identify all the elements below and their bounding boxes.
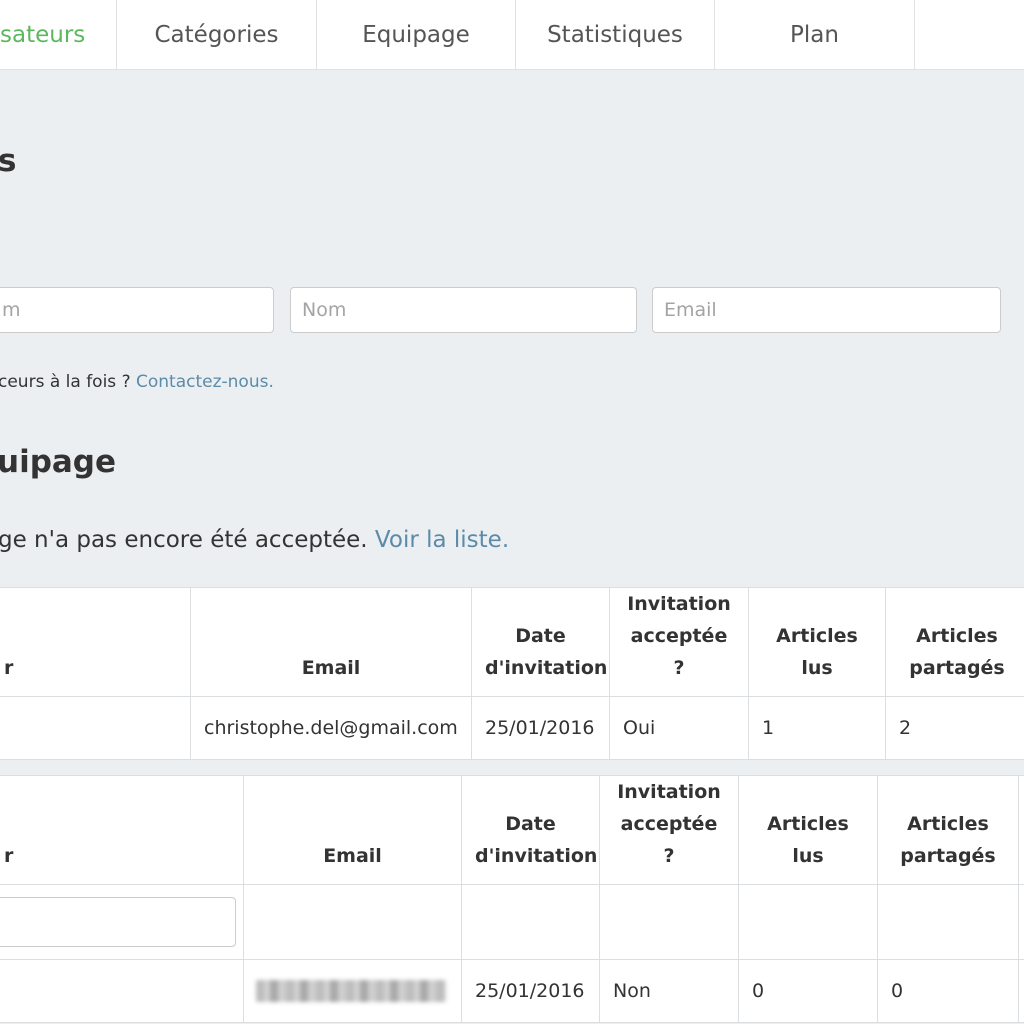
col-header-read: Articles lus bbox=[748, 587, 886, 697]
email-input[interactable] bbox=[652, 287, 1001, 333]
cell-read: 0 bbox=[738, 959, 878, 1023]
cell-empty bbox=[877, 884, 1019, 960]
cell-empty bbox=[599, 884, 739, 960]
tab-statistiques[interactable]: Statistiques bbox=[516, 0, 715, 70]
tab-utilisateurs[interactable]: sateurs bbox=[0, 0, 117, 70]
tab-categories[interactable]: Catégories bbox=[117, 0, 317, 70]
col-header-date: Date d'invitation bbox=[471, 587, 610, 697]
cell-date: 25/01/2016 bbox=[461, 959, 600, 1023]
cell-read: 1 bbox=[748, 696, 886, 760]
cell-date: 25/01/2016 bbox=[471, 696, 610, 760]
pending-table: r Email Date d'invitation Invitation acc… bbox=[0, 775, 1024, 1023]
col-header-accepted: Invitation acceptée ? bbox=[599, 775, 739, 885]
cell-name bbox=[0, 696, 191, 760]
col-header-name: r bbox=[0, 587, 191, 697]
pending-notice: ge n'a pas encore été acceptée. Voir la … bbox=[0, 527, 509, 553]
contact-us-link[interactable]: Contactez-nous. bbox=[136, 372, 274, 392]
table-row: christophe.del@gmail.com 25/01/2016 Oui … bbox=[0, 696, 1024, 760]
cell-empty bbox=[461, 884, 600, 960]
lastname-input[interactable] bbox=[290, 287, 637, 333]
col-header-date: Date d'invitation bbox=[461, 775, 600, 885]
section-heading-crew: uipage bbox=[0, 444, 117, 480]
table-header-row: r Email Date d'invitation Invitation acc… bbox=[0, 587, 1024, 697]
col-header-email: Email bbox=[243, 775, 462, 885]
cell-name-filter bbox=[0, 884, 244, 960]
cell-email: christophe.del@gmail.com bbox=[190, 696, 472, 760]
filter-row bbox=[0, 884, 1024, 960]
col-header-email: Email bbox=[190, 587, 472, 697]
bulk-add-help-text: ceurs à la fois ? bbox=[0, 372, 136, 392]
cell-email bbox=[243, 959, 462, 1023]
cell-accepted: Oui bbox=[609, 696, 749, 760]
cell-empty bbox=[1018, 884, 1024, 960]
col-header-accepted: Invitation acceptée ? bbox=[609, 587, 749, 697]
redacted-email bbox=[256, 980, 446, 1003]
tab-extra[interactable] bbox=[915, 0, 1024, 70]
firstname-input[interactable] bbox=[0, 287, 274, 333]
bulk-add-help: ceurs à la fois ? Contactez-nous. bbox=[0, 372, 274, 392]
section-heading-users: s bbox=[0, 143, 17, 179]
tab-plan[interactable]: Plan bbox=[715, 0, 915, 70]
col-header-shared: Articles partagés bbox=[885, 587, 1024, 697]
pending-notice-text: ge n'a pas encore été acceptée. bbox=[0, 527, 375, 553]
col-header-name: r bbox=[0, 775, 244, 885]
cell-empty bbox=[1018, 959, 1024, 1023]
col-header-shared: Articles partagés bbox=[877, 775, 1019, 885]
cell-name bbox=[0, 959, 244, 1023]
tab-equipage[interactable]: Equipage bbox=[317, 0, 516, 70]
table-header-row: r Email Date d'invitation Invitation acc… bbox=[0, 775, 1024, 885]
cell-shared: 0 bbox=[877, 959, 1019, 1023]
top-navigation: sateurs Catégories Equipage Statistiques… bbox=[0, 0, 1024, 70]
cell-accepted: Non bbox=[599, 959, 739, 1023]
members-table: r Email Date d'invitation Invitation acc… bbox=[0, 587, 1024, 760]
see-list-link[interactable]: Voir la liste. bbox=[375, 527, 509, 553]
cell-shared: 2 bbox=[885, 696, 1024, 760]
table-row: 25/01/2016 Non 0 0 bbox=[0, 959, 1024, 1023]
cell-empty bbox=[738, 884, 878, 960]
col-header-extra bbox=[1018, 775, 1024, 885]
name-filter-input[interactable] bbox=[0, 897, 236, 947]
cell-empty bbox=[243, 884, 462, 960]
col-header-read: Articles lus bbox=[738, 775, 878, 885]
